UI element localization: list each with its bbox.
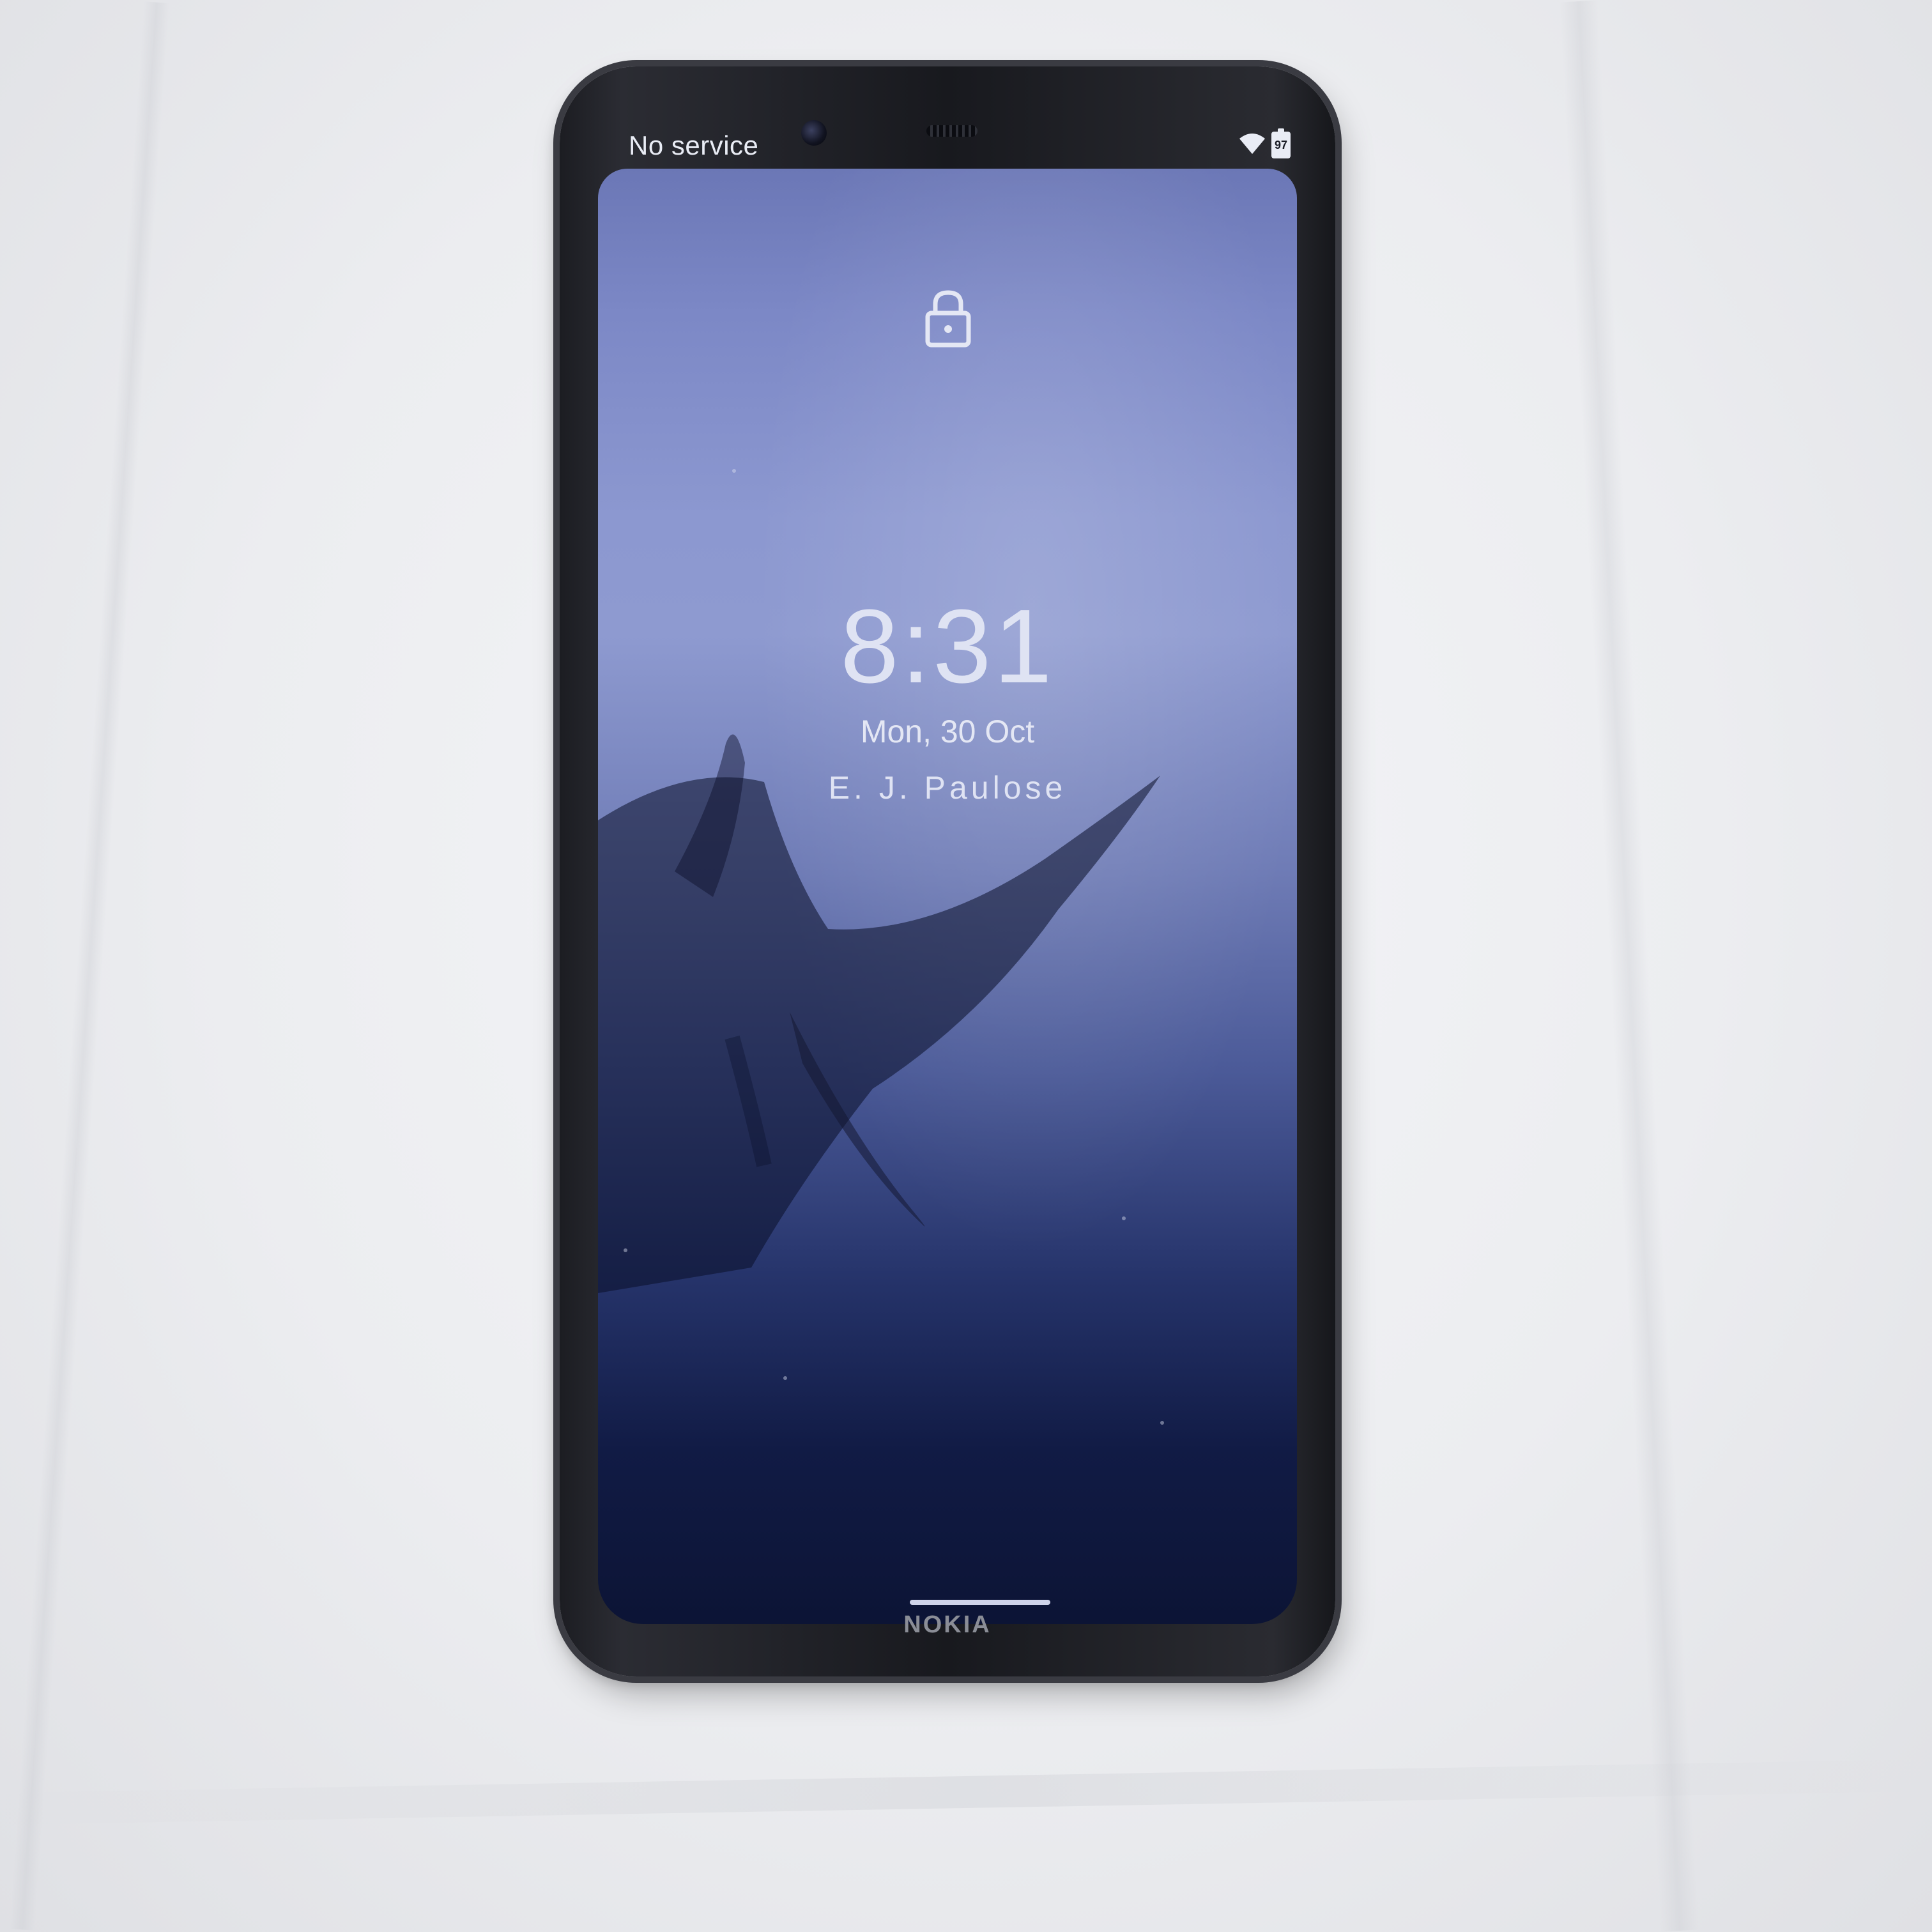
lock-screen[interactable]: 8:31 Mon, 30 Oct E. J. Paulose	[598, 169, 1297, 1624]
owner-info: E. J. Paulose	[828, 770, 1067, 806]
brand-logo: NOKIA	[903, 1611, 992, 1638]
carrier-status: No service	[629, 130, 759, 160]
home-indicator[interactable]	[910, 1600, 1050, 1605]
wifi-icon	[1238, 132, 1266, 158]
dust-speck	[1122, 1216, 1126, 1220]
status-icons: 97	[1238, 128, 1291, 158]
lock-screen-date: Mon, 30 Oct	[860, 714, 1035, 749]
battery-icon: 97	[1271, 128, 1291, 158]
cloth-fold	[0, 1759, 1932, 1825]
phone-body: No service 97 8:31 Mon, 30 Oct E. J. Pau…	[560, 66, 1335, 1676]
cloth-fold	[1559, 0, 1699, 1932]
dust-speck	[732, 469, 736, 473]
screen-reflection	[598, 734, 1160, 1293]
lock-icon	[924, 288, 972, 349]
lock-screen-clock: 8:31	[840, 588, 1055, 705]
dust-speck	[624, 1248, 627, 1252]
status-bar: No service 97	[560, 118, 1335, 169]
cloth-fold	[9, 1, 170, 1931]
battery-level: 97	[1274, 138, 1288, 151]
dust-speck	[1160, 1421, 1164, 1425]
dust-speck	[783, 1376, 787, 1380]
